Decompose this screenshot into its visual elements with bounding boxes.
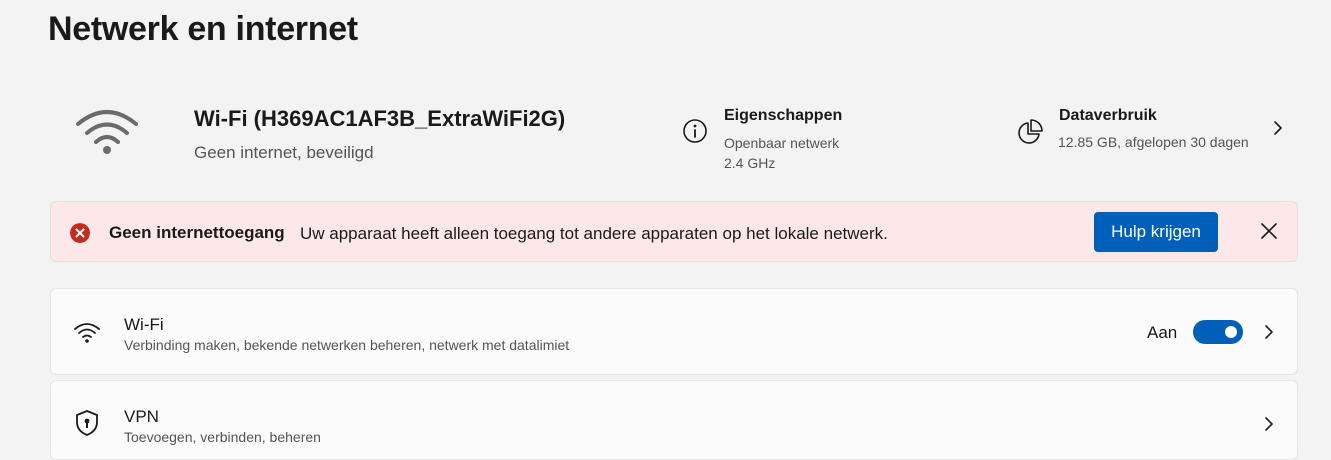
wifi-toggle-label: Aan	[1147, 323, 1178, 342]
data-usage-summary: 12.85 GB, afgelopen 30 dagen	[1058, 134, 1249, 150]
network-band: 2.4 GHz	[724, 155, 776, 171]
wifi-icon	[74, 323, 100, 343]
network-status: Geen internet, beveiligd	[194, 143, 374, 162]
error-icon	[70, 223, 90, 243]
wifi-toggle[interactable]	[1193, 320, 1243, 344]
wifi-icon	[76, 110, 138, 154]
chevron-right-icon	[1274, 121, 1282, 135]
get-help-button[interactable]: Hulp krijgen	[1094, 212, 1218, 252]
chevron-right-icon	[1265, 325, 1273, 339]
wifi-settings-card[interactable]: Wi-Fi Verbinding maken, bekende netwerke…	[50, 288, 1298, 375]
no-internet-banner: Geen internettoegang Uw apparaat heeft a…	[50, 201, 1298, 262]
properties-title: Eigenschappen	[724, 107, 843, 124]
banner-title: Geen internettoegang	[109, 223, 285, 242]
data-usage-title: Dataverbruik	[1059, 107, 1157, 124]
chevron-right-icon	[1265, 417, 1273, 431]
vpn-card-title: VPN	[124, 407, 159, 426]
vpn-settings-card[interactable]: VPN Toevoegen, verbinden, beheren	[50, 380, 1298, 460]
close-icon[interactable]	[1258, 220, 1280, 242]
page-title: Netwerk en internet	[48, 10, 358, 48]
banner-message: Uw apparaat heeft alleen toegang tot and…	[300, 224, 888, 243]
properties-link[interactable]: Eigenschappen Openbaar netwerk 2.4 GHz	[670, 100, 890, 180]
data-usage-link[interactable]: Dataverbruik 12.85 GB, afgelopen 30 dage…	[1010, 100, 1300, 160]
wifi-card-subtitle: Verbinding maken, bekende netwerken behe…	[124, 337, 570, 353]
network-name: Wi-Fi (H369AC1AF3B_ExtraWiFi2G)	[194, 106, 566, 131]
info-icon	[683, 119, 707, 143]
wifi-card-title: Wi-Fi	[124, 315, 164, 334]
shield-icon	[76, 410, 98, 436]
toggle-knob	[1225, 326, 1237, 338]
network-type: Openbaar netwerk	[724, 135, 840, 151]
pie-chart-icon	[1018, 119, 1043, 144]
vpn-card-subtitle: Toevoegen, verbinden, beheren	[124, 429, 321, 445]
